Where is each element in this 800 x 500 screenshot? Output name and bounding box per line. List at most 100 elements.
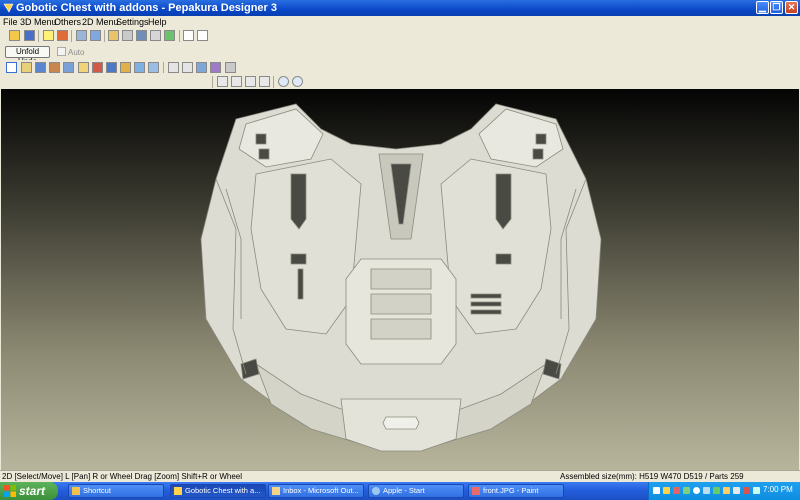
status-hint: 2D [Select/Move] L [Pan] R or Wheel Drag…: [2, 472, 243, 481]
browser-icon: [372, 487, 380, 495]
network-icon[interactable]: [683, 487, 690, 494]
align-right-icon[interactable]: [196, 62, 207, 73]
messenger-icon[interactable]: [703, 487, 710, 494]
taskbar-item-browser[interactable]: Apple - Start: [368, 484, 464, 498]
main-toolbar: [0, 28, 800, 44]
flap-tool-icon[interactable]: [63, 62, 74, 73]
task-label: Shortcut: [83, 486, 111, 495]
toolbar-separator: [104, 30, 105, 42]
auto-checkbox[interactable]: Auto: [57, 47, 84, 57]
title-bar[interactable]: Gobotic Chest with addons - Pepakura Des…: [0, 0, 800, 16]
security-icon[interactable]: [673, 487, 680, 494]
assembled-size: Assembled size(mm): H519 W470 D519 / Par…: [560, 472, 744, 481]
tray-app-icon[interactable]: [663, 487, 670, 494]
windows-logo-icon: [4, 485, 16, 497]
mail-icon: [272, 487, 280, 495]
help-icon[interactable]: [653, 487, 660, 494]
close-button[interactable]: ✕: [785, 1, 798, 14]
alert-icon[interactable]: [743, 487, 750, 494]
pepakura-icon: [174, 487, 182, 495]
rotate-icon[interactable]: [76, 30, 87, 41]
toolbar-separator: [273, 76, 274, 88]
taskbar-item-shortcut[interactable]: Shortcut: [68, 484, 164, 498]
single-pane-icon[interactable]: [183, 30, 194, 41]
rotate-part-icon[interactable]: [120, 62, 131, 73]
edit-icon[interactable]: [164, 30, 175, 41]
tools-toolbar: [0, 60, 800, 75]
toolbar-separator: [179, 30, 180, 42]
folder-icon: [72, 487, 80, 495]
taskbar-item-paint[interactable]: front.JPG - Paint: [468, 484, 564, 498]
maximize-button[interactable]: ❐: [770, 1, 783, 14]
auto-label: Auto: [68, 48, 85, 57]
align-left-icon[interactable]: [168, 62, 179, 73]
open-icon[interactable]: [9, 30, 20, 41]
signal-icon[interactable]: [713, 487, 720, 494]
refresh-icon[interactable]: [134, 62, 145, 73]
menu-others[interactable]: Others: [54, 17, 81, 27]
align-h-center-icon[interactable]: [231, 76, 242, 87]
print-icon[interactable]: [150, 30, 161, 41]
task-label: Apple - Start: [383, 486, 425, 495]
pencil-icon[interactable]: [108, 30, 119, 41]
task-label: Inbox - Microsoft Out...: [283, 486, 359, 495]
paint-icon: [472, 487, 480, 495]
align-h-left-icon[interactable]: [217, 76, 228, 87]
start-button[interactable]: start: [0, 482, 58, 500]
display-icon[interactable]: [733, 487, 740, 494]
toolbar-separator: [38, 30, 39, 42]
select-tool-icon[interactable]: [6, 62, 17, 73]
pepakura-app-icon: [3, 3, 14, 13]
usb-icon[interactable]: [753, 487, 760, 494]
clock[interactable]: 7:00 PM: [763, 485, 793, 494]
cut-tool-icon[interactable]: [92, 62, 103, 73]
align-top-icon[interactable]: [210, 62, 221, 73]
taskbar-item-outlook[interactable]: Inbox - Microsoft Out...: [268, 484, 364, 498]
split-pane-icon[interactable]: [197, 30, 208, 41]
volume-icon[interactable]: [693, 487, 700, 494]
text-tool-icon[interactable]: [106, 62, 117, 73]
start-label: start: [19, 484, 46, 498]
system-tray: 7:00 PM: [648, 482, 800, 500]
task-label: Gobotic Chest with a...: [185, 486, 261, 495]
save-icon[interactable]: [24, 30, 35, 41]
anchor-icon[interactable]: [136, 30, 147, 41]
align-center-icon[interactable]: [182, 62, 193, 73]
menu-help[interactable]: Help: [148, 17, 167, 27]
unfold-undo-button[interactable]: Unfold Undo: [5, 46, 50, 66]
toolbar-separator: [163, 62, 164, 73]
minimize-icon: ▁: [759, 2, 766, 12]
menu-settings[interactable]: Settings: [116, 17, 149, 27]
checkbox-icon: [57, 47, 66, 56]
updates-icon[interactable]: [723, 487, 730, 494]
menu-file[interactable]: File: [3, 17, 18, 27]
paint-tool-icon[interactable]: [49, 62, 60, 73]
link-icon[interactable]: [148, 62, 159, 73]
close-icon: ✕: [787, 2, 796, 12]
toolbar-separator: [212, 76, 213, 88]
texture-icon[interactable]: [122, 30, 133, 41]
distribute-icon[interactable]: [225, 62, 236, 73]
window-title: Gobotic Chest with addons - Pepakura Des…: [16, 2, 277, 14]
align-v-icon[interactable]: [259, 76, 270, 87]
chest-armor-model: [200, 103, 602, 452]
toolbar-separator: [71, 30, 72, 42]
task-label: front.JPG - Paint: [483, 486, 539, 495]
move-tool-icon[interactable]: [21, 62, 32, 73]
edge-tool-icon[interactable]: [35, 62, 46, 73]
align-h-right-icon[interactable]: [245, 76, 256, 87]
rotate-left-icon[interactable]: [278, 76, 289, 87]
menu-2d[interactable]: 2D Menu: [82, 17, 119, 27]
3d-viewport[interactable]: [1, 89, 799, 470]
minimize-button[interactable]: ▁: [756, 1, 769, 14]
cube-icon[interactable]: [57, 30, 68, 41]
join-tool-icon[interactable]: [78, 62, 89, 73]
lightbulb-icon[interactable]: [43, 30, 54, 41]
restore-icon: ❐: [772, 2, 781, 12]
windows-taskbar: start Shortcut Gobotic Chest with a... I…: [0, 482, 800, 500]
menu-bar: File 3D Menu Others 2D Menu Settings Hel…: [0, 16, 800, 28]
rotate-right-icon[interactable]: [292, 76, 303, 87]
taskbar-item-pepakura[interactable]: Gobotic Chest with a...: [170, 484, 266, 498]
menu-3d[interactable]: 3D Menu: [20, 17, 57, 27]
unfold-icon[interactable]: [90, 30, 101, 41]
